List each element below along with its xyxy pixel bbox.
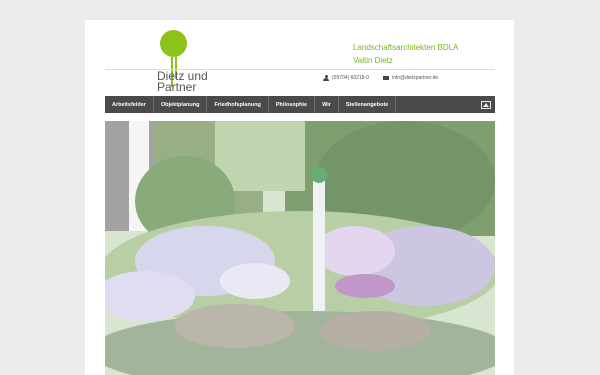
page-container: Dietz und Partner Landschaftsarchitekten… <box>85 20 514 375</box>
email-link[interactable]: info@dietzpartner.de <box>392 75 438 81</box>
brand-line-2: Partner <box>157 80 197 94</box>
firm-info: Landschaftsarchitekten BDLA Valtin Dietz <box>353 41 458 67</box>
contact-email[interactable]: info@dietzpartner.de <box>383 75 438 81</box>
nav-item-stellenangebote[interactable]: Stellenangebote <box>339 96 397 113</box>
header-divider <box>105 69 495 70</box>
person-icon <box>323 75 329 81</box>
nav-item-friedhofsplanung[interactable]: Friedhofsplanung <box>207 96 269 113</box>
hero-image <box>105 121 495 375</box>
image-icon[interactable] <box>481 100 491 109</box>
logo-circle-icon <box>160 30 187 57</box>
phone-number: (09704) 60218-0 <box>332 75 369 81</box>
nav-item-philosophie[interactable]: Philosophie <box>269 96 316 113</box>
brand-name: Dietz und Partner <box>157 70 247 94</box>
envelope-icon <box>383 76 389 80</box>
nav-item-arbeitsfelder[interactable]: Arbeitsfelder <box>105 96 154 113</box>
firm-title: Landschaftsarchitekten BDLA <box>353 43 459 52</box>
main-nav: Arbeitsfelder Objektplanung Friedhofspla… <box>105 96 495 113</box>
nav-item-objektplanung[interactable]: Objektplanung <box>154 96 208 113</box>
garden-photo <box>105 121 495 375</box>
firm-owner: Valtin Dietz <box>353 56 393 65</box>
contact-phone: (09704) 60218-0 <box>323 75 369 81</box>
nav-item-wir[interactable]: Wir <box>315 96 339 113</box>
